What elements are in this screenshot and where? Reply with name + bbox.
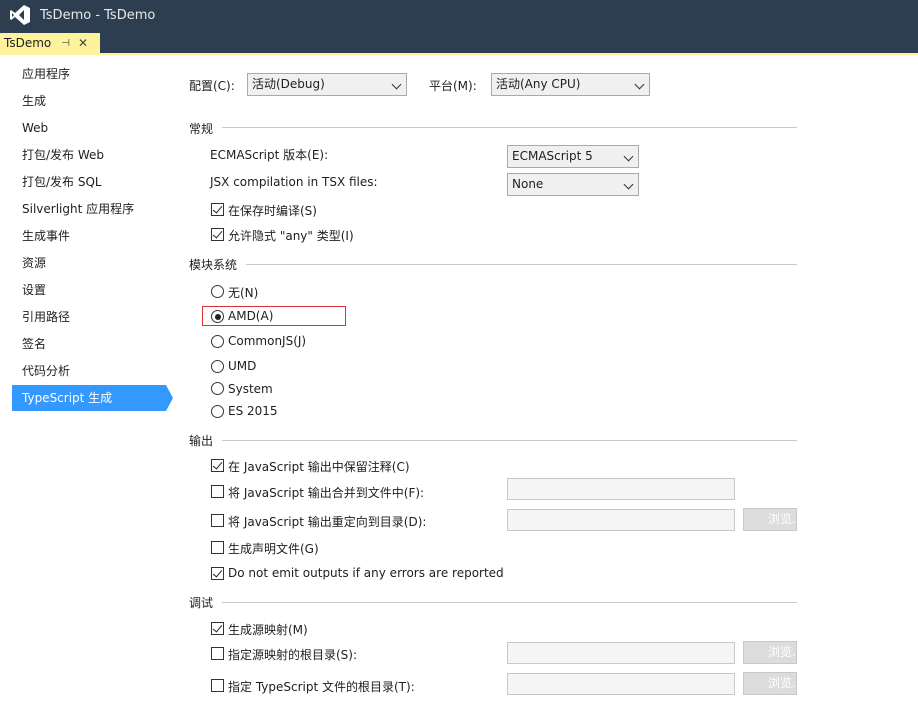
sidebar-item-reference-paths[interactable]: 引用路径 xyxy=(12,304,166,330)
config-select-value: 活动(Debug) xyxy=(252,77,325,91)
ts-root-input[interactable] xyxy=(507,673,735,695)
section-divider xyxy=(222,440,797,441)
module-radio-system[interactable] xyxy=(211,382,224,395)
title-bar: TsDemo - TsDemo xyxy=(0,0,918,30)
redirect-output-checkbox[interactable] xyxy=(211,514,224,527)
section-divider xyxy=(222,127,797,128)
sidebar-item-build[interactable]: 生成 xyxy=(12,88,166,114)
browse-button[interactable]: 浏览... xyxy=(743,508,797,531)
selected-item-arrow xyxy=(166,385,173,411)
compile-on-save-checkbox[interactable] xyxy=(211,203,224,216)
module-radio-amd[interactable] xyxy=(211,310,224,323)
redirect-output-label: 将 JavaScript 输出重定向到目录(D): xyxy=(228,515,427,529)
allow-implicit-any-checkbox[interactable] xyxy=(211,228,224,241)
sidebar-item-package-sql[interactable]: 打包/发布 SQL xyxy=(12,169,166,195)
jsx-compilation-label: JSX compilation in TSX files: xyxy=(210,175,378,189)
platform-select-value: 活动(Any CPU) xyxy=(496,77,581,91)
pin-icon[interactable]: ⊣ xyxy=(61,38,70,49)
combine-output-file-input[interactable] xyxy=(507,478,735,500)
section-heading-debug: 调试 xyxy=(189,596,214,610)
platform-select[interactable]: 活动(Any CPU) xyxy=(491,73,650,96)
ecma-version-value: ECMAScript 5 xyxy=(512,149,593,163)
module-radio-umd[interactable] xyxy=(211,360,224,373)
module-option-label: System xyxy=(228,382,273,396)
declaration-files-label: 生成声明文件(G) xyxy=(228,542,319,556)
sidebar-item-code-analysis[interactable]: 代码分析 xyxy=(12,358,166,384)
sidebar-item-typescript-build[interactable]: TypeScript 生成 xyxy=(12,385,166,411)
chevron-down-icon xyxy=(623,179,634,190)
source-map-checkbox[interactable] xyxy=(211,622,224,635)
ts-root-checkbox[interactable] xyxy=(211,679,224,692)
browse-button[interactable]: 浏览... xyxy=(743,672,797,695)
module-option-label: UMD xyxy=(228,359,257,373)
document-tab-strip: TsDemo ⊣ ✕ xyxy=(0,30,918,53)
ts-root-label: 指定 TypeScript 文件的根目录(T): xyxy=(228,680,415,694)
typescript-build-page: 配置(C): 活动(Debug) 平台(M): 活动(Any CPU) 常规 E… xyxy=(176,55,918,713)
close-icon[interactable]: ✕ xyxy=(78,36,88,50)
property-page-nav: 应用程序 生成 Web 打包/发布 Web 打包/发布 SQL Silverli… xyxy=(0,55,176,713)
section-heading-output: 输出 xyxy=(189,434,214,448)
chevron-down-icon xyxy=(623,151,634,162)
section-divider xyxy=(222,602,797,603)
module-radio-none[interactable] xyxy=(211,285,224,298)
sidebar-item-package-web[interactable]: 打包/发布 Web xyxy=(12,142,166,168)
map-root-label: 指定源映射的根目录(S): xyxy=(228,648,358,662)
map-root-input[interactable] xyxy=(507,642,735,664)
ecma-version-select[interactable]: ECMAScript 5 xyxy=(507,145,639,168)
platform-label: 平台(M): xyxy=(429,79,477,93)
sidebar-item-silverlight[interactable]: Silverlight 应用程序 xyxy=(12,196,166,222)
module-option-label: 无(N) xyxy=(228,286,259,300)
keep-comments-label: 在 JavaScript 输出中保留注释(C) xyxy=(228,460,410,474)
config-label: 配置(C): xyxy=(189,79,235,93)
chevron-down-icon xyxy=(391,79,402,90)
sidebar-item-web[interactable]: Web xyxy=(12,115,166,141)
combine-output-checkbox[interactable] xyxy=(211,485,224,498)
section-heading-module-system: 模块系统 xyxy=(189,258,238,272)
visual-studio-logo-icon xyxy=(0,0,40,30)
document-tab-tsdemo[interactable]: TsDemo ⊣ ✕ xyxy=(0,33,100,53)
source-map-label: 生成源映射(M) xyxy=(228,623,308,637)
declaration-files-checkbox[interactable] xyxy=(211,541,224,554)
chevron-down-icon xyxy=(634,79,645,90)
jsx-compilation-select[interactable]: None xyxy=(507,173,639,196)
combine-output-label: 将 JavaScript 输出合并到文件中(F): xyxy=(228,486,425,500)
config-select[interactable]: 活动(Debug) xyxy=(247,73,407,96)
module-radio-es2015[interactable] xyxy=(211,405,224,418)
redirect-output-dir-input[interactable] xyxy=(507,509,735,531)
no-emit-on-error-label: Do not emit outputs if any errors are re… xyxy=(228,566,504,580)
sidebar-item-signing[interactable]: 签名 xyxy=(12,331,166,357)
module-option-label: ES 2015 xyxy=(228,404,278,418)
section-heading-general: 常规 xyxy=(189,122,214,136)
module-option-label: AMD(A) xyxy=(228,309,274,323)
window-title: TsDemo - TsDemo xyxy=(40,7,156,23)
ecma-version-label: ECMAScript 版本(E): xyxy=(210,148,329,162)
browse-button[interactable]: 浏览... xyxy=(743,641,797,664)
section-divider xyxy=(246,264,797,265)
map-root-checkbox[interactable] xyxy=(211,647,224,660)
module-option-label: CommonJS(J) xyxy=(228,334,307,348)
sidebar-item-resources[interactable]: 资源 xyxy=(12,250,166,276)
sidebar-item-build-events[interactable]: 生成事件 xyxy=(12,223,166,249)
jsx-compilation-value: None xyxy=(512,177,544,191)
keep-comments-checkbox[interactable] xyxy=(211,459,224,472)
sidebar-item-settings[interactable]: 设置 xyxy=(12,277,166,303)
compile-on-save-label: 在保存时编译(S) xyxy=(228,204,317,218)
sidebar-item-application[interactable]: 应用程序 xyxy=(12,61,166,87)
module-radio-commonjs[interactable] xyxy=(211,335,224,348)
allow-implicit-any-label: 允许隐式 "any" 类型(I) xyxy=(228,229,354,243)
no-emit-on-error-checkbox[interactable] xyxy=(211,567,224,580)
tab-label: TsDemo xyxy=(4,36,52,50)
